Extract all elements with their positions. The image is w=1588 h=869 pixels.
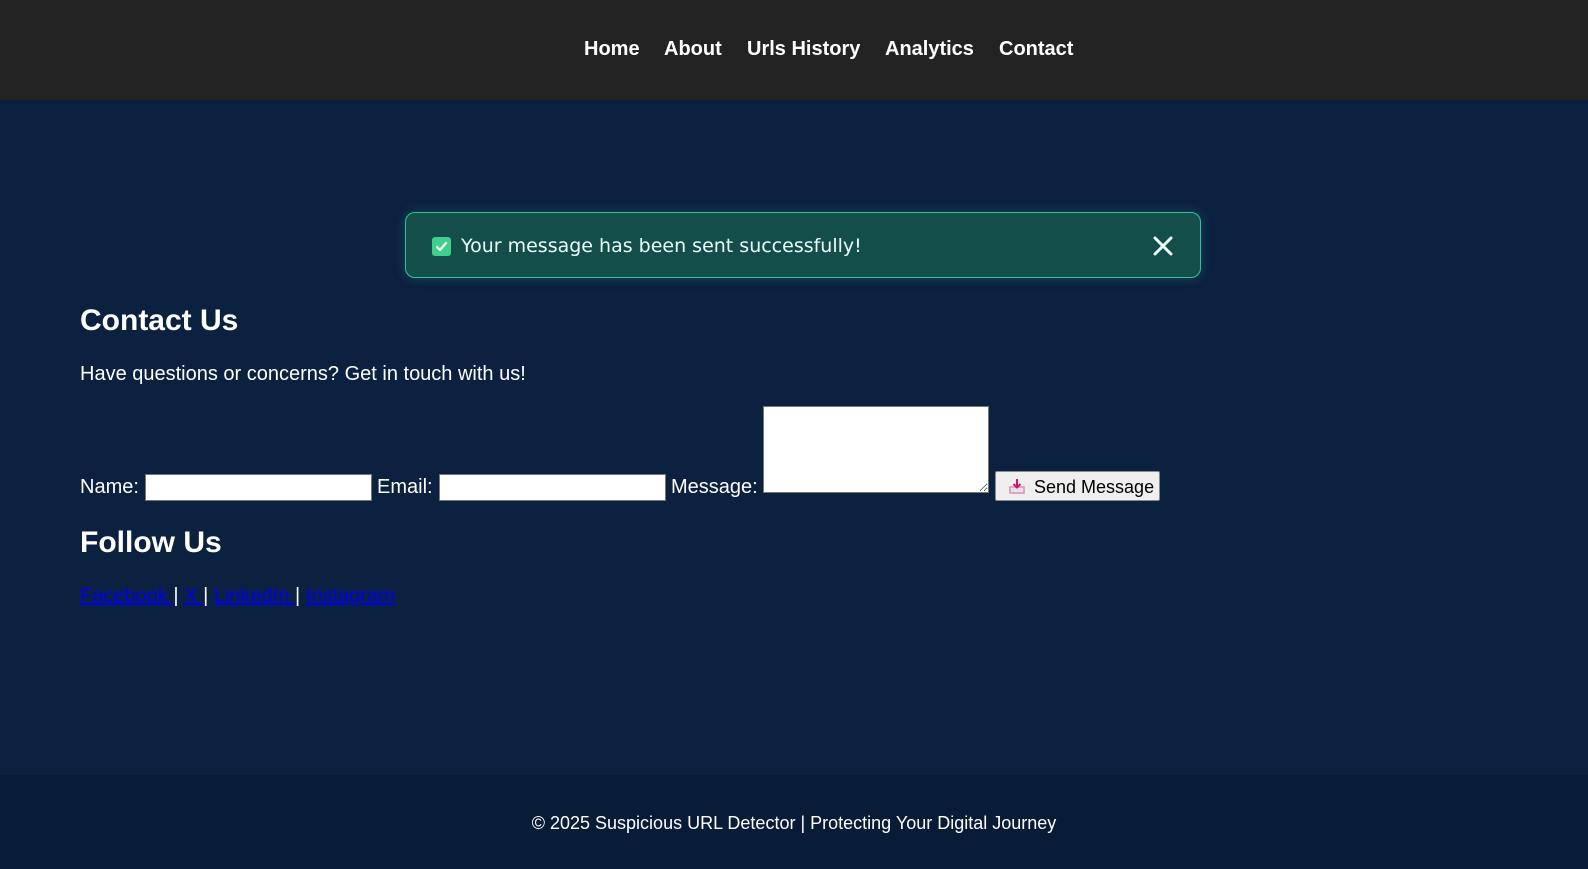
footer: © 2025 Suspicious URL Detector | Protect… [0, 775, 1588, 869]
check-icon [432, 237, 451, 256]
link-facebook[interactable]: Facebook [80, 585, 173, 607]
contact-title: Contact Us [80, 304, 239, 337]
message-field[interactable] [763, 406, 989, 493]
footer-text: © 2025 Suspicious URL Detector | Protect… [531, 813, 1057, 833]
send-message-label: Send Message [1034, 477, 1155, 497]
nav-item-urls-history[interactable]: Urls History [747, 36, 860, 62]
contact-intro: Have questions or concerns? Get in touch… [80, 363, 526, 385]
nav-item-home[interactable]: Home [584, 36, 640, 62]
send-message-button[interactable]: Send Message [995, 471, 1160, 501]
link-x[interactable]: X [184, 585, 203, 607]
separator: | [203, 585, 209, 607]
link-linkedin[interactable]: LinkedIn [214, 585, 295, 607]
inbox-tray-icon [1008, 478, 1026, 500]
close-icon[interactable] [1150, 233, 1176, 259]
separator: | [295, 585, 301, 607]
success-alert: Your message has been sent successfully! [405, 212, 1201, 278]
message-label: Message: [671, 476, 758, 498]
alert-message: Your message has been sent successfully! [461, 235, 862, 257]
nav-item-contact[interactable]: Contact [999, 36, 1073, 62]
top-navigation: Home About Urls History Analytics Contac… [0, 0, 1588, 100]
separator: | [173, 585, 179, 607]
follow-title: Follow Us [80, 526, 222, 559]
link-instagram[interactable]: Instagram [306, 585, 395, 607]
name-field[interactable] [145, 474, 372, 501]
social-links: Facebook | X | LinkedIn | Instagram [80, 584, 395, 608]
email-field[interactable] [439, 474, 666, 501]
nav-item-about[interactable]: About [664, 36, 722, 62]
nav-item-analytics[interactable]: Analytics [885, 36, 974, 62]
email-label: Email: [377, 476, 433, 498]
name-label: Name: [80, 476, 139, 498]
